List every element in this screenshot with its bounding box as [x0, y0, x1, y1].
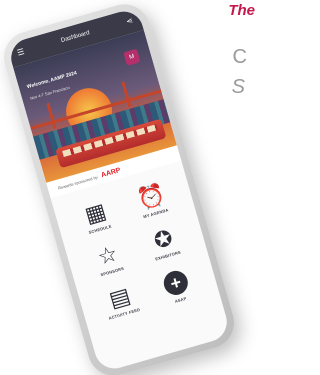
sponsor-logo[interactable]: AARP	[100, 167, 121, 179]
tile-sponsors[interactable]: ☆ SPONSORS	[77, 237, 141, 282]
user-badge[interactable]: M	[123, 48, 141, 66]
newspaper-icon: ▤	[106, 282, 134, 313]
calendar-icon: ▦	[81, 198, 109, 228]
tile-my-agenda[interactable]: ⏰ MY AGENDA	[120, 179, 184, 224]
tile-exhibitors[interactable]: ✪ EXHIBITORS	[133, 221, 197, 266]
share-icon[interactable]: ⋖	[125, 16, 134, 26]
ribbon-badge-icon: ✪	[150, 224, 176, 254]
page-title: Dashboard	[60, 30, 91, 45]
welcome-text: Welcome, AAMP 2024	[26, 70, 78, 91]
star-icon: ☆	[94, 240, 121, 270]
heading-fragment-1: C	[232, 46, 247, 68]
app-screen: ☰ Dashboard ⋖ Welcome, AAMP 2024 Nov 4-7…	[6, 6, 232, 374]
menu-icon[interactable]: ☰	[16, 47, 25, 58]
tile-label: ASAP	[174, 295, 188, 304]
phone-mockup: ☰ Dashboard ⋖ Welcome, AAMP 2024 Nov 4-7…	[0, 0, 241, 375]
heading-fragment-2: S	[231, 76, 245, 98]
plus-circle-icon: +	[160, 268, 191, 298]
tile-asap[interactable]: + ASAP	[145, 263, 210, 310]
headline-fragment: The	[228, 2, 255, 19]
tile-activity-feed[interactable]: ▤ ACTIVITY FEED	[89, 279, 154, 326]
tile-schedule[interactable]: ▦ SCHEDULE	[65, 195, 129, 240]
